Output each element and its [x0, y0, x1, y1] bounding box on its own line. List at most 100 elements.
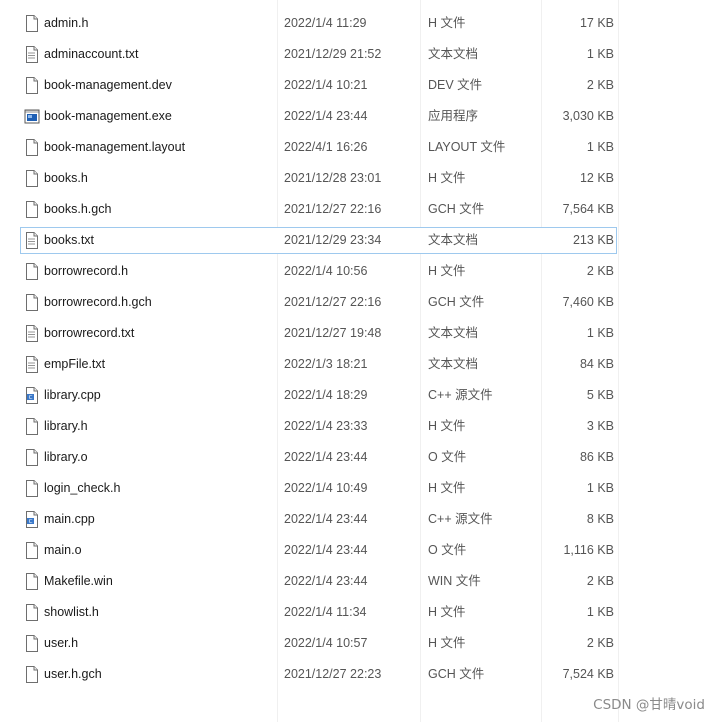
- file-modified-date: 2022/1/4 18:29: [284, 388, 368, 402]
- file-modified-date: 2022/1/4 23:44: [284, 512, 368, 526]
- file-icon-cell: [24, 166, 40, 191]
- text-file-icon: [26, 325, 38, 342]
- file-icon: [26, 263, 38, 280]
- file-modified-date: 2022/1/4 10:21: [284, 78, 368, 92]
- file-name: main.o: [44, 543, 82, 557]
- file-type: GCH 文件: [428, 667, 485, 681]
- text-file-icon: [26, 232, 38, 249]
- text-file-icon: [26, 356, 38, 373]
- file-row[interactable]: books.h 2021/12/28 23:01 H 文件 12 KB: [20, 165, 617, 192]
- file-row[interactable]: borrowrecord.txt 2021/12/27 19:48 文本文档 1 KB: [20, 320, 617, 347]
- file-icon-cell: [24, 104, 40, 129]
- file-type: WIN 文件: [428, 574, 481, 588]
- file-row[interactable]: adminaccount.txt 2021/12/29 21:52 文本文档 1 KB: [20, 41, 617, 68]
- file-type: O 文件: [428, 543, 467, 557]
- file-icon: [26, 77, 38, 94]
- file-row[interactable]: books.h.gch 2021/12/27 22:16 GCH 文件 7,564 K…: [20, 196, 617, 223]
- text-file-icon: [26, 46, 38, 63]
- file-icon: [26, 15, 38, 32]
- file-row[interactable]: main.o 2022/1/4 23:44 O 文件 1,116 KB: [20, 537, 617, 564]
- file-size: 5 KB: [586, 388, 614, 402]
- file-name: borrowrecord.txt: [44, 326, 135, 340]
- file-modified-date: 2021/12/27 22:23: [284, 667, 382, 681]
- file-row[interactable]: showlist.h 2022/1/4 11:34 H 文件 1 KB: [20, 599, 617, 626]
- file-row[interactable]: login_check.h 2022/1/4 10:49 H 文件 1 KB: [20, 475, 617, 502]
- file-row[interactable]: user.h 2022/1/4 10:57 H 文件 2 KB: [20, 630, 617, 657]
- file-row[interactable]: Cmain.cpp 2022/1/4 23:44 C++ 源文件 8 KB: [20, 506, 617, 533]
- file-list: admin.h 2022/1/4 11:29 H 文件 17 KB adminaccou…: [0, 0, 719, 722]
- file-modified-date: 2022/1/4 23:44: [284, 574, 368, 588]
- file-row[interactable]: admin.h 2022/1/4 11:29 H 文件 17 KB: [20, 10, 617, 37]
- file-icon: [26, 542, 38, 559]
- file-size: 2 KB: [586, 574, 614, 588]
- file-row[interactable]: book-management.exe 2022/1/4 23:44 应用程序 3,0…: [20, 103, 617, 130]
- file-modified-date: 2021/12/27 22:16: [284, 202, 382, 216]
- file-row[interactable]: library.h 2022/1/4 23:33 H 文件 3 KB: [20, 413, 617, 440]
- file-name: Makefile.win: [44, 574, 113, 588]
- file-row[interactable]: book-management.dev 2022/1/4 10:21 DEV 文件 2…: [20, 72, 617, 99]
- file-icon: [26, 449, 38, 466]
- file-size: 1 KB: [586, 47, 614, 61]
- file-row[interactable]: library.o 2022/1/4 23:44 O 文件 86 KB: [20, 444, 617, 471]
- file-size: 84 KB: [579, 357, 614, 371]
- file-modified-date: 2022/1/4 11:29: [284, 16, 367, 30]
- file-size: 1 KB: [586, 605, 614, 619]
- file-modified-date: 2022/1/4 10:56: [284, 264, 368, 278]
- file-icon-cell: [24, 197, 40, 222]
- file-name: empFile.txt: [44, 357, 106, 371]
- file-size: 3 KB: [586, 419, 614, 433]
- watermark: CSDN @甘晴void: [593, 697, 705, 713]
- file-name: borrowrecord.h.gch: [44, 295, 152, 309]
- file-icon-cell: [24, 73, 40, 98]
- file-modified-date: 2022/1/4 10:57: [284, 636, 368, 650]
- file-name: borrowrecord.h: [44, 264, 129, 278]
- file-icon-cell: [24, 445, 40, 470]
- file-size: 86 KB: [579, 450, 614, 464]
- file-row[interactable]: borrowrecord.h.gch 2021/12/27 22:16 GCH 文件…: [20, 289, 617, 316]
- file-icon: [26, 201, 38, 218]
- file-modified-date: 2022/1/4 23:33: [284, 419, 368, 433]
- file-row[interactable]: book-management.layout 2022/4/1 16:26 LAYO…: [20, 134, 617, 161]
- file-name: books.h: [44, 171, 88, 185]
- file-name: user.h: [44, 636, 79, 650]
- file-name: library.cpp: [44, 388, 101, 402]
- file-name: library.o: [44, 450, 88, 464]
- file-size: 2 KB: [586, 636, 614, 650]
- file-row[interactable]: Makefile.win 2022/1/4 23:44 WIN 文件 2 KB: [20, 568, 617, 595]
- file-modified-date: 2021/12/29 21:52: [284, 47, 382, 61]
- file-modified-date: 2022/1/4 23:44: [284, 109, 368, 123]
- file-name: book-management.exe: [44, 109, 172, 123]
- file-size: 7,460 KB: [562, 295, 614, 309]
- file-modified-date: 2022/1/4 11:34: [284, 605, 367, 619]
- file-icon-cell: [24, 414, 40, 439]
- file-icon: [26, 635, 38, 652]
- file-icon: [26, 418, 38, 435]
- file-icon-cell: [24, 321, 40, 346]
- file-name: library.h: [44, 419, 88, 433]
- file-size: 3,030 KB: [562, 109, 614, 123]
- file-icon-cell: [24, 662, 40, 687]
- file-type: GCH 文件: [428, 202, 485, 216]
- file-row[interactable]: borrowrecord.h 2022/1/4 10:56 H 文件 2 KB: [20, 258, 617, 285]
- cpp-file-icon: C: [26, 387, 38, 404]
- file-size: 7,564 KB: [562, 202, 614, 216]
- file-name: login_check.h: [44, 481, 121, 495]
- file-row[interactable]: user.h.gch 2021/12/27 22:23 GCH 文件 7,524 KB: [20, 661, 617, 688]
- file-type: H 文件: [428, 481, 466, 495]
- file-icon: [26, 480, 38, 497]
- file-modified-date: 2021/12/27 22:16: [284, 295, 382, 309]
- file-icon: [26, 139, 38, 156]
- exe-icon: [24, 109, 40, 124]
- file-icon-cell: C: [24, 507, 40, 532]
- file-size: 1 KB: [586, 140, 614, 154]
- file-row[interactable]: empFile.txt 2022/1/3 18:21 文本文档 84 KB: [20, 351, 617, 378]
- file-type: 文本文档: [428, 47, 479, 61]
- file-row[interactable]: Clibrary.cpp 2022/1/4 18:29 C++ 源文件 5 KB: [20, 382, 617, 409]
- file-modified-date: 2021/12/28 23:01: [284, 171, 382, 185]
- file-row[interactable]: books.txt 2021/12/29 23:34 文本文档 213 KB: [20, 227, 617, 254]
- file-size: 2 KB: [586, 264, 614, 278]
- file-icon-cell: [24, 42, 40, 67]
- file-icon: [26, 604, 38, 621]
- file-type: O 文件: [428, 450, 467, 464]
- file-modified-date: 2021/12/27 19:48: [284, 326, 382, 340]
